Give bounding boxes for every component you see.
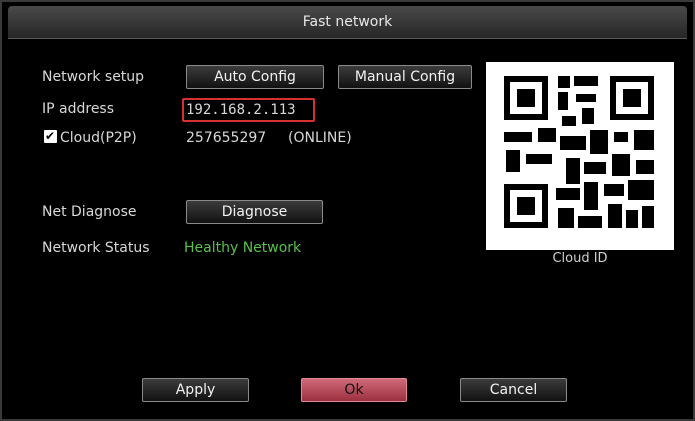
cloud-p2p-label: Cloud(P2P): [60, 130, 137, 146]
cloud-checkbox[interactable]: ✔: [44, 129, 57, 143]
ok-button[interactable]: Ok: [301, 378, 407, 402]
auto-config-button[interactable]: Auto Config: [186, 65, 324, 89]
apply-button[interactable]: Apply: [142, 378, 249, 402]
qr-caption: Cloud ID: [552, 251, 608, 266]
qr-code: [486, 62, 674, 250]
fast-network-dialog: Fast network Network setup Auto Config M…: [0, 0, 695, 421]
diagnose-button[interactable]: Diagnose: [186, 200, 323, 224]
net-diagnose-label: Net Diagnose: [42, 204, 137, 220]
cancel-button[interactable]: Cancel: [460, 378, 567, 402]
dialog-title: Fast network: [302, 14, 393, 30]
checkmark-icon: ✔: [45, 129, 56, 143]
manual-config-button[interactable]: Manual Config: [338, 65, 472, 89]
ip-address-value[interactable]: 192.168.2.113: [186, 102, 296, 118]
qr-code-icon: [504, 76, 654, 228]
network-status-label: Network Status: [42, 240, 150, 256]
network-status-value: Healthy Network: [184, 240, 302, 256]
network-setup-label: Network setup: [42, 69, 145, 85]
cloud-status: (ONLINE): [288, 130, 352, 146]
ip-address-label: IP address: [42, 101, 115, 117]
cloud-id-value: 257655297: [186, 130, 267, 146]
title-bar: Fast network: [8, 6, 687, 39]
